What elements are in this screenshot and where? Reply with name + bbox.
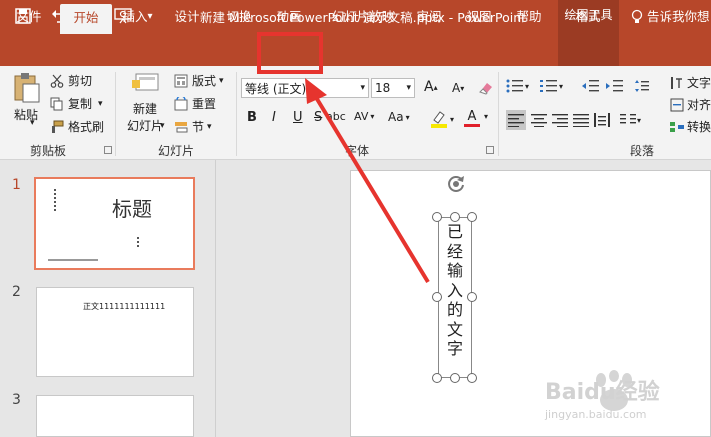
watermark-url: jingyan.baidu.com (545, 408, 647, 421)
watermark-text: Baidu经验 (545, 380, 660, 405)
baidu-watermark: Baidu经验 jingyan.baidu.com (545, 370, 705, 430)
